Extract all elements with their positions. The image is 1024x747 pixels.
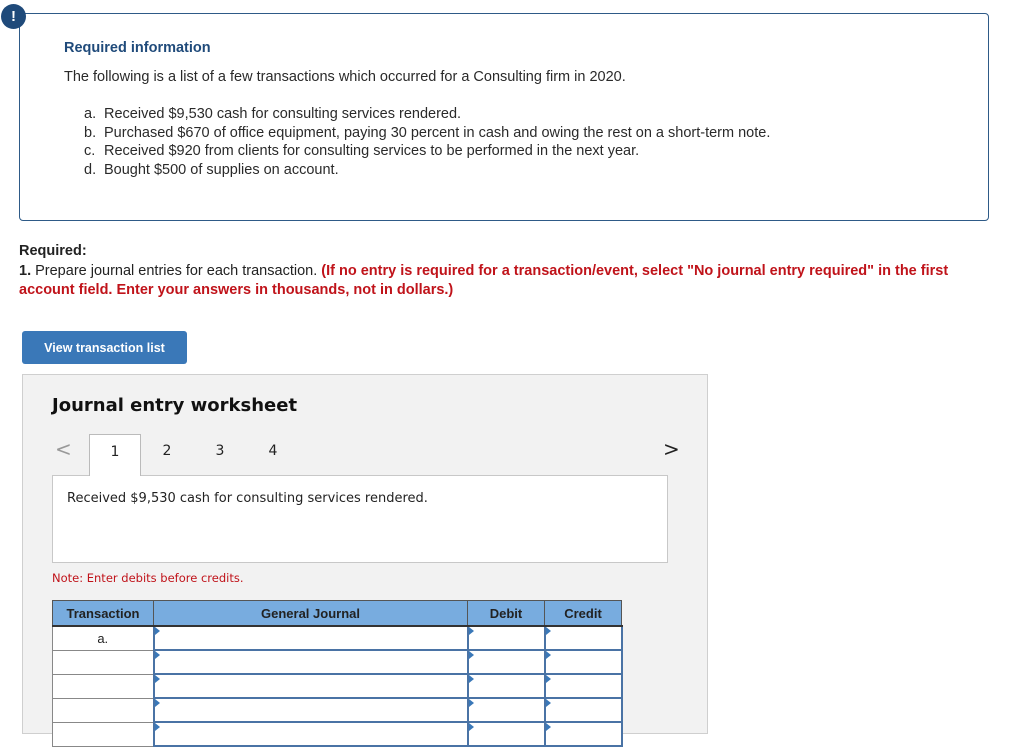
credit-field[interactable] (543, 721, 623, 747)
view-transaction-list-button[interactable]: View transaction list (22, 331, 187, 364)
table-row (52, 697, 623, 723)
input-marker-icon (545, 723, 551, 731)
journal-table: Transaction General Journal Debit Credit… (52, 600, 623, 747)
debit-field[interactable] (466, 697, 546, 723)
table-row (52, 649, 623, 675)
dropdown-marker-icon (154, 699, 160, 707)
header-credit: Credit (544, 600, 622, 627)
debit-field[interactable] (466, 721, 546, 747)
transaction-item: b. Purchased $670 of office equipment, pa… (84, 124, 770, 143)
input-marker-icon (468, 651, 474, 659)
account-field[interactable] (152, 697, 469, 723)
table-row (52, 721, 623, 747)
transaction-letter: b. (84, 124, 97, 141)
account-input[interactable] (154, 627, 467, 649)
transaction-cell (52, 697, 154, 723)
credit-field[interactable] (543, 673, 623, 699)
chevron-left-icon[interactable]: < (55, 437, 72, 461)
tab-1[interactable]: 1 (89, 434, 141, 476)
debits-credits-note: Note: Enter debits before credits. (52, 571, 244, 585)
input-marker-icon (468, 699, 474, 707)
chevron-right-icon[interactable]: > (663, 437, 680, 461)
requirement-text: Prepare journal entries for each transac… (31, 263, 322, 279)
debit-input[interactable] (468, 627, 544, 649)
transaction-item: d. Bought $500 of supplies on account. (84, 161, 770, 180)
debit-input[interactable] (468, 675, 544, 697)
transaction-text: Purchased $670 of office equipment, payi… (104, 124, 771, 141)
transaction-letter: c. (84, 143, 96, 159)
dropdown-marker-icon (154, 627, 160, 635)
transaction-description: Received $9,530 cash for consulting serv… (67, 491, 428, 506)
header-debit: Debit (467, 600, 545, 627)
transaction-text: Bought $500 of supplies on account. (104, 161, 339, 178)
credit-field[interactable] (543, 697, 623, 723)
info-intro: The following is a list of a few transac… (64, 69, 626, 85)
tab-4[interactable]: 4 (247, 434, 299, 476)
transaction-text: Received $920 from clients for consultin… (104, 143, 640, 159)
transaction-letter: d. (84, 161, 97, 178)
transaction-cell (52, 673, 154, 699)
credit-input[interactable] (545, 723, 621, 745)
info-title: Required information (64, 40, 211, 56)
transaction-item: a. Received $9,530 cash for consulting se… (84, 105, 770, 124)
account-input[interactable] (154, 723, 467, 745)
required-instruction: 1. Prepare journal entries for each tran… (19, 262, 999, 300)
account-field[interactable] (152, 721, 469, 747)
tab-3[interactable]: 3 (194, 434, 246, 476)
debit-field[interactable] (466, 625, 546, 651)
transaction-cell (52, 649, 154, 675)
credit-input[interactable] (545, 651, 621, 673)
header-transaction: Transaction (52, 600, 154, 627)
account-field[interactable] (152, 673, 469, 699)
transaction-text: Received $9,530 cash for consulting serv… (104, 106, 462, 122)
input-marker-icon (468, 723, 474, 731)
header-general-journal: General Journal (153, 600, 468, 627)
transaction-cell: a. (52, 625, 154, 651)
credit-input[interactable] (545, 627, 621, 649)
debit-input[interactable] (468, 651, 544, 673)
tab-2[interactable]: 2 (141, 434, 193, 476)
table-row: a. (52, 625, 623, 651)
journal-entry-worksheet: Journal entry worksheet < 1 2 3 4 > Rece… (22, 374, 708, 747)
dropdown-marker-icon (154, 723, 160, 731)
debit-input[interactable] (468, 723, 544, 745)
credit-input[interactable] (545, 675, 621, 697)
dropdown-marker-icon (154, 651, 160, 659)
transaction-cell (52, 721, 154, 747)
account-input[interactable] (154, 651, 467, 673)
debit-field[interactable] (466, 649, 546, 675)
input-marker-icon (468, 627, 474, 635)
table-header-row: Transaction General Journal Debit Credit (52, 600, 622, 627)
required-heading: Required: (19, 243, 87, 259)
input-marker-icon (545, 627, 551, 635)
credit-field[interactable] (543, 649, 623, 675)
transaction-letter: a. (84, 106, 97, 122)
input-marker-icon (545, 699, 551, 707)
credit-field[interactable] (543, 625, 623, 651)
dropdown-marker-icon (154, 675, 160, 683)
debit-field[interactable] (466, 673, 546, 699)
account-field[interactable] (152, 649, 469, 675)
input-marker-icon (468, 675, 474, 683)
input-marker-icon (545, 651, 551, 659)
worksheet-title: Journal entry worksheet (52, 395, 298, 416)
required-information-panel: Required information The following is a … (19, 13, 989, 221)
transaction-item: c. Received $920 from clients for consult… (84, 142, 770, 161)
alert-icon: ! (1, 4, 26, 29)
transaction-description-box: Received $9,530 cash for consulting serv… (52, 475, 668, 563)
account-input[interactable] (154, 675, 467, 697)
table-row (52, 673, 623, 699)
account-field[interactable] (152, 625, 469, 651)
requirement-number: 1. (19, 263, 32, 279)
transaction-list: a. Received $9,530 cash for consulting se… (84, 105, 770, 179)
input-marker-icon (545, 675, 551, 683)
